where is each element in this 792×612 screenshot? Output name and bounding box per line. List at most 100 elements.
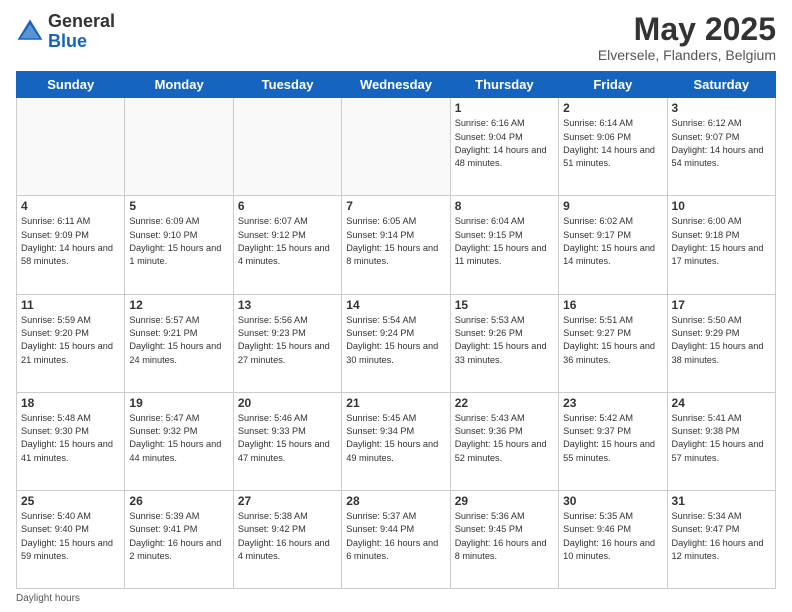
calendar-cell: 31 Sunrise: 5:34 AM Sunset: 9:47 PM Dayli…	[667, 490, 775, 588]
day-of-week-header: Wednesday	[342, 72, 450, 98]
daylight-label: Daylight hours	[16, 593, 80, 604]
calendar-cell: 29 Sunrise: 5:36 AM Sunset: 9:45 PM Dayli…	[450, 490, 558, 588]
day-number: 9	[563, 199, 662, 213]
day-number: 3	[672, 101, 771, 115]
day-number: 20	[238, 396, 337, 410]
calendar-cell: 12Sunrise: 5:57 AM Sunset: 9:21 PM Dayli…	[125, 294, 233, 392]
day-number: 27	[238, 494, 337, 508]
day-info: Sunrise: 5:54 AM Sunset: 9:24 PM Dayligh…	[346, 314, 445, 367]
day-number: 10	[672, 199, 771, 213]
calendar-cell: 14 Sunrise: 5:54 AM Sunset: 9:24 PM Dayli…	[342, 294, 450, 392]
footer: Daylight hours	[16, 593, 776, 604]
day-number: 31	[672, 494, 771, 508]
day-info: Sunrise: 6:05 AM Sunset: 9:14 PM Dayligh…	[346, 215, 445, 268]
calendar-cell: 6Sunrise: 6:07 AM Sunset: 9:12 PM Daylig…	[233, 196, 341, 294]
day-of-week-header: Sunday	[17, 72, 125, 98]
logo-general-text: General	[48, 11, 115, 31]
calendar-cell: 21 Sunrise: 5:45 AM Sunset: 9:34 PM Dayli…	[342, 392, 450, 490]
page: General Blue May 2025 Elversele, Flander…	[0, 0, 792, 612]
day-number: 24	[672, 396, 771, 410]
calendar-cell: 20Sunrise: 5:46 AM Sunset: 9:33 PM Dayli…	[233, 392, 341, 490]
calendar-cell: 13 Sunrise: 5:56 AM Sunset: 9:23 PM Dayli…	[233, 294, 341, 392]
day-number: 4	[21, 199, 120, 213]
day-number: 23	[563, 396, 662, 410]
calendar-cell: 27 Sunrise: 5:38 AM Sunset: 9:42 PM Dayli…	[233, 490, 341, 588]
day-info: Sunrise: 5:50 AM Sunset: 9:29 PM Dayligh…	[672, 314, 771, 367]
header: General Blue May 2025 Elversele, Flander…	[16, 12, 776, 63]
calendar-cell: 10 Sunrise: 6:00 AM Sunset: 9:18 PM Dayli…	[667, 196, 775, 294]
day-info: Sunrise: 5:34 AM Sunset: 9:47 PM Dayligh…	[672, 510, 771, 563]
day-info: Sunrise: 5:57 AM Sunset: 9:21 PM Dayligh…	[129, 314, 228, 367]
day-of-week-header: Thursday	[450, 72, 558, 98]
calendar-cell: 23 Sunrise: 5:42 AM Sunset: 9:37 PM Dayli…	[559, 392, 667, 490]
day-number: 13	[238, 298, 337, 312]
day-number: 2	[563, 101, 662, 115]
calendar-cell	[233, 98, 341, 196]
day-info: Sunrise: 6:16 AM Sunset: 9:04 PM Dayligh…	[455, 117, 554, 170]
day-number: 26	[129, 494, 228, 508]
day-number: 30	[563, 494, 662, 508]
day-number: 14	[346, 298, 445, 312]
calendar-cell: 18 Sunrise: 5:48 AM Sunset: 9:30 PM Dayli…	[17, 392, 125, 490]
calendar-cell: 15 Sunrise: 5:53 AM Sunset: 9:26 PM Dayli…	[450, 294, 558, 392]
day-info: Sunrise: 5:35 AM Sunset: 9:46 PM Dayligh…	[563, 510, 662, 563]
day-info: Sunrise: 6:11 AM Sunset: 9:09 PM Dayligh…	[21, 215, 120, 268]
day-of-week-header: Saturday	[667, 72, 775, 98]
day-number: 17	[672, 298, 771, 312]
day-number: 18	[21, 396, 120, 410]
day-of-week-header: Friday	[559, 72, 667, 98]
calendar-cell: 1 Sunrise: 6:16 AM Sunset: 9:04 PM Daylig…	[450, 98, 558, 196]
day-info: Sunrise: 6:14 AM Sunset: 9:06 PM Dayligh…	[563, 117, 662, 170]
day-number: 1	[455, 101, 554, 115]
calendar-cell	[125, 98, 233, 196]
day-info: Sunrise: 6:12 AM Sunset: 9:07 PM Dayligh…	[672, 117, 771, 170]
day-info: Sunrise: 5:47 AM Sunset: 9:32 PM Dayligh…	[129, 412, 228, 465]
day-info: Sunrise: 5:53 AM Sunset: 9:26 PM Dayligh…	[455, 314, 554, 367]
day-info: Sunrise: 6:00 AM Sunset: 9:18 PM Dayligh…	[672, 215, 771, 268]
day-info: Sunrise: 5:36 AM Sunset: 9:45 PM Dayligh…	[455, 510, 554, 563]
day-number: 5	[129, 199, 228, 213]
location: Elversele, Flanders, Belgium	[598, 47, 776, 63]
day-number: 16	[563, 298, 662, 312]
day-info: Sunrise: 5:43 AM Sunset: 9:36 PM Dayligh…	[455, 412, 554, 465]
calendar-week-row: 1 Sunrise: 6:16 AM Sunset: 9:04 PM Daylig…	[17, 98, 776, 196]
day-number: 11	[21, 298, 120, 312]
calendar-cell: 25 Sunrise: 5:40 AM Sunset: 9:40 PM Dayli…	[17, 490, 125, 588]
calendar-header-row: SundayMondayTuesdayWednesdayThursdayFrid…	[17, 72, 776, 98]
calendar-cell: 16 Sunrise: 5:51 AM Sunset: 9:27 PM Dayli…	[559, 294, 667, 392]
logo-text: General Blue	[48, 12, 115, 52]
calendar-week-row: 18 Sunrise: 5:48 AM Sunset: 9:30 PM Dayli…	[17, 392, 776, 490]
day-info: Sunrise: 5:37 AM Sunset: 9:44 PM Dayligh…	[346, 510, 445, 563]
calendar-cell: 3 Sunrise: 6:12 AM Sunset: 9:07 PM Daylig…	[667, 98, 775, 196]
day-info: Sunrise: 5:39 AM Sunset: 9:41 PM Dayligh…	[129, 510, 228, 563]
calendar-cell: 5 Sunrise: 6:09 AM Sunset: 9:10 PM Daylig…	[125, 196, 233, 294]
day-of-week-header: Tuesday	[233, 72, 341, 98]
calendar-cell: 30 Sunrise: 5:35 AM Sunset: 9:46 PM Dayli…	[559, 490, 667, 588]
day-number: 8	[455, 199, 554, 213]
calendar-cell: 2 Sunrise: 6:14 AM Sunset: 9:06 PM Daylig…	[559, 98, 667, 196]
calendar-cell	[17, 98, 125, 196]
day-info: Sunrise: 6:02 AM Sunset: 9:17 PM Dayligh…	[563, 215, 662, 268]
day-info: Sunrise: 5:41 AM Sunset: 9:38 PM Dayligh…	[672, 412, 771, 465]
day-info: Sunrise: 5:51 AM Sunset: 9:27 PM Dayligh…	[563, 314, 662, 367]
title-block: May 2025 Elversele, Flanders, Belgium	[598, 12, 776, 63]
month-title: May 2025	[598, 12, 776, 47]
calendar-table: SundayMondayTuesdayWednesdayThursdayFrid…	[16, 71, 776, 589]
calendar-cell: 9 Sunrise: 6:02 AM Sunset: 9:17 PM Daylig…	[559, 196, 667, 294]
calendar-cell: 28 Sunrise: 5:37 AM Sunset: 9:44 PM Dayli…	[342, 490, 450, 588]
day-number: 15	[455, 298, 554, 312]
day-info: Sunrise: 6:09 AM Sunset: 9:10 PM Dayligh…	[129, 215, 228, 268]
day-info: Sunrise: 5:40 AM Sunset: 9:40 PM Dayligh…	[21, 510, 120, 563]
day-number: 29	[455, 494, 554, 508]
day-info: Sunrise: 5:56 AM Sunset: 9:23 PM Dayligh…	[238, 314, 337, 367]
calendar-cell: 26 Sunrise: 5:39 AM Sunset: 9:41 PM Dayli…	[125, 490, 233, 588]
day-number: 21	[346, 396, 445, 410]
day-info: Sunrise: 5:42 AM Sunset: 9:37 PM Dayligh…	[563, 412, 662, 465]
calendar-cell	[342, 98, 450, 196]
logo-blue-text: Blue	[48, 31, 87, 51]
day-info: Sunrise: 5:45 AM Sunset: 9:34 PM Dayligh…	[346, 412, 445, 465]
day-info: Sunrise: 5:38 AM Sunset: 9:42 PM Dayligh…	[238, 510, 337, 563]
day-number: 28	[346, 494, 445, 508]
day-info: Sunrise: 5:48 AM Sunset: 9:30 PM Dayligh…	[21, 412, 120, 465]
day-number: 25	[21, 494, 120, 508]
